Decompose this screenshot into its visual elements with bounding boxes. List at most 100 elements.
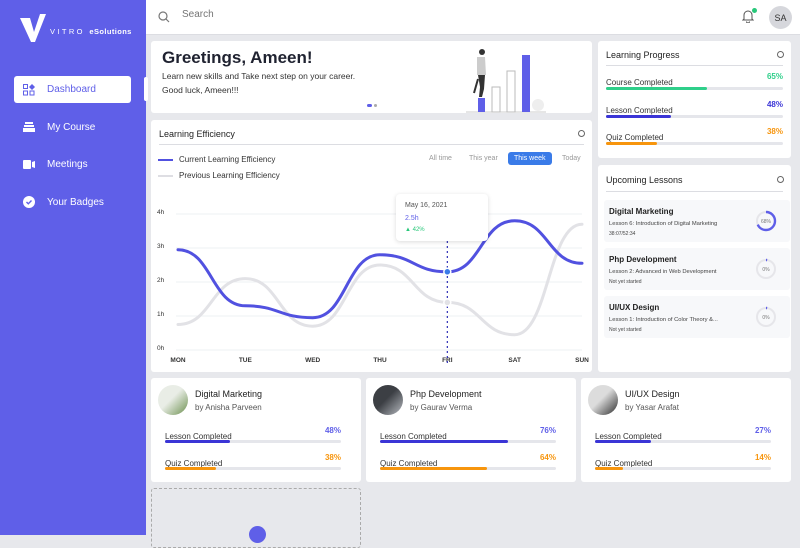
sidebar-item-your-badges[interactable]: Your Badges <box>14 189 131 216</box>
lesson-subtitle: Lesson 2: Advanced in Web Development <box>609 269 717 275</box>
sidebar-item-dashboard[interactable]: Dashboard <box>14 76 131 103</box>
progress-ring: 68% <box>755 210 777 232</box>
sidebar-nav: Dashboard My Course Meetings Your Badges <box>14 76 131 226</box>
info-icon[interactable] <box>578 130 585 137</box>
lesson-item[interactable]: Php Development Lesson 2: Advanced in We… <box>604 248 790 290</box>
progress-fill <box>606 142 658 145</box>
highlight-point-current <box>443 267 452 277</box>
progress-bar <box>606 114 783 118</box>
sidebar-collapse-handle[interactable] <box>144 77 148 101</box>
lesson-bar <box>165 440 341 443</box>
carousel-dot-active[interactable] <box>367 104 372 107</box>
quiz-percent: 14% <box>754 453 771 462</box>
lesson-fill <box>165 440 231 443</box>
progress-label: Course Completed <box>606 78 673 87</box>
progress-label: Lesson Completed <box>606 105 673 115</box>
progress-row: Quiz Completed 38% <box>606 127 783 145</box>
greeting-card: Greetings, Ameen! Learn new skills and T… <box>151 41 592 113</box>
logo-word: VITRO <box>50 26 85 36</box>
efficiency-line-chart <box>176 213 584 365</box>
quiz-percent: 64% <box>539 453 556 462</box>
lesson-fill <box>595 440 652 443</box>
sidebar-item-label: Dashboard <box>47 84 96 95</box>
sidebar-item-meetings[interactable]: Meetings <box>14 151 131 178</box>
lesson-percent: 48% <box>324 426 341 435</box>
lesson-subtitle: Lesson 6: Introduction of Digital Market… <box>609 221 718 227</box>
progress-ring-label: 68% <box>761 219 772 225</box>
search-icon <box>158 11 170 23</box>
quiz-bar <box>380 467 556 470</box>
lesson-meta: Not yet started <box>609 279 642 285</box>
tooltip-date: May 16, 2021 <box>405 202 448 209</box>
range-today[interactable]: Today <box>562 155 581 162</box>
card-title: Learning Progress <box>606 50 680 60</box>
lesson-item[interactable]: UI/UX Design Lesson 1: Introduction of C… <box>604 296 790 338</box>
lesson-meta: Not yet started <box>609 327 642 333</box>
range-all-time[interactable]: All time <box>429 155 452 162</box>
quiz-bar <box>165 467 341 470</box>
add-course-card[interactable] <box>151 488 361 548</box>
progress-ring: 0% <box>755 306 777 328</box>
course-thumbnail <box>158 385 188 415</box>
progress-fill <box>606 114 672 118</box>
info-icon[interactable] <box>777 51 784 58</box>
lesson-progress-row: Lesson Completed 48% <box>165 426 341 444</box>
lesson-progress-row: Lesson Completed 27% <box>595 426 771 444</box>
upcoming-lessons-card: Upcoming Lessons Digital Marketing Lesso… <box>598 165 791 372</box>
sidebar-item-label: My Course <box>47 121 96 133</box>
progress-label: Quiz Completed <box>606 133 664 142</box>
triangle-up-icon: ▲ <box>405 227 411 233</box>
badge-check-icon <box>22 195 36 209</box>
course-title: Digital Marketing <box>195 389 263 399</box>
sidebar-item-label: Meetings <box>47 159 88 170</box>
sidebar-item-my-course[interactable]: My Course <box>14 114 131 141</box>
range-this-week[interactable]: This week <box>508 152 552 165</box>
lesson-title: Digital Marketing <box>609 207 674 216</box>
sidebar-item-label: Your Badges <box>47 196 104 208</box>
course-title: Php Development <box>410 389 482 399</box>
progress-ring: 0% <box>755 258 777 280</box>
quiz-fill <box>165 467 217 470</box>
info-icon[interactable] <box>777 176 784 183</box>
lesson-item[interactable]: Digital Marketing Lesson 6: Introduction… <box>604 200 790 242</box>
lesson-percent: 76% <box>539 426 556 435</box>
progress-ring-label: 0% <box>762 315 770 321</box>
course-title: UI/UX Design <box>625 389 680 399</box>
course-card[interactable]: UI/UX Design by Yasar Arafat Lesson Comp… <box>581 378 791 482</box>
progress-bar <box>606 142 783 145</box>
lesson-progress-row: Lesson Completed 76% <box>380 426 556 444</box>
greeting-line-2: Good luck, Ameen!!! <box>162 85 239 95</box>
lesson-bar <box>595 440 771 443</box>
carousel-dots[interactable] <box>367 104 377 107</box>
divider <box>606 191 783 192</box>
notification-dot <box>752 8 757 13</box>
brand-logo[interactable]: VITRO eSolutions <box>20 14 132 42</box>
divider <box>606 65 783 66</box>
progress-ring-label: 0% <box>762 267 770 273</box>
card-title: Upcoming Lessons <box>606 175 683 185</box>
sidebar: VITRO eSolutions Dashboard My Course Mee… <box>0 0 146 535</box>
tooltip-change: 42% <box>412 227 425 233</box>
range-this-year[interactable]: This year <box>469 155 498 162</box>
quiz-progress-row: Quiz Completed 14% <box>595 453 771 471</box>
course-author: by Anisha Parveen <box>195 403 262 412</box>
course-card[interactable]: Php Development by Gaurav Verma Lesson C… <box>366 378 576 482</box>
lesson-subtitle: Lesson 1: Introduction of Color Theory &… <box>609 317 718 323</box>
course-card[interactable]: Digital Marketing by Anisha Parveen Less… <box>151 378 361 482</box>
greeting-line-1: Learn new skills and Take next step on y… <box>162 71 356 81</box>
logo-v-icon <box>20 14 46 42</box>
search-input[interactable] <box>182 9 382 20</box>
quiz-progress-row: Quiz Completed 38% <box>165 453 341 471</box>
tooltip-value: 2.5h <box>405 215 419 222</box>
carousel-dot[interactable] <box>374 104 377 107</box>
lesson-meta: 38:07/52:34 <box>609 231 636 237</box>
card-title: Learning Efficiency <box>159 129 235 139</box>
course-thumbnail <box>588 385 618 415</box>
chart-tooltip: May 16, 2021 2.5h ▲ 42% <box>396 194 488 241</box>
lesson-bar <box>380 440 556 443</box>
progress-row: Course Completed 65% <box>606 72 783 90</box>
top-bar: SA <box>146 0 800 35</box>
progress-fill <box>606 87 707 90</box>
avatar[interactable]: SA <box>769 6 792 29</box>
course-author: by Yasar Arafat <box>625 403 679 412</box>
